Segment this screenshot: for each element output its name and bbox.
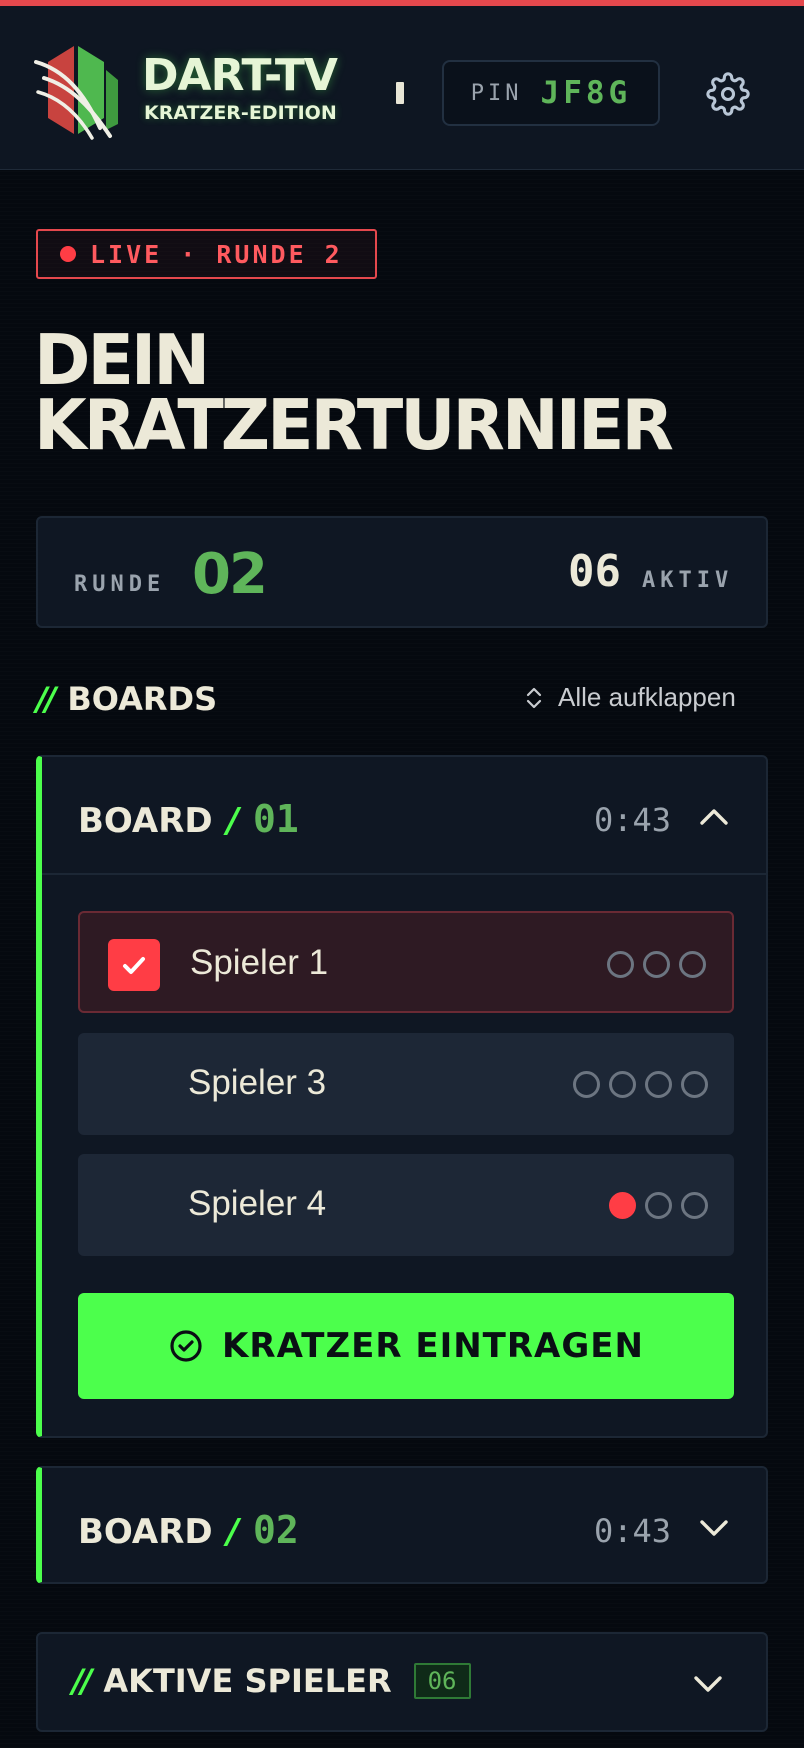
pin-label: PIN (470, 80, 523, 106)
expand-all-button[interactable]: Alle aufklappen (524, 682, 736, 713)
page-title: DEIN KRATZERTURNIER (34, 326, 774, 461)
logo-icon (34, 46, 118, 140)
check-icon (123, 957, 145, 974)
board-word: BOARD (78, 801, 213, 841)
board-slash: / (226, 801, 240, 841)
expand-collapse-icon (526, 687, 542, 708)
board-header-01[interactable]: BOARD / 01 0:43 (42, 757, 766, 875)
section-slashes: // (72, 1662, 92, 1700)
page-title-line2: KRATZERTURNIER (34, 385, 674, 467)
scratch-dot-empty (679, 951, 706, 978)
player-row-spieler-1[interactable]: Spieler 1 (78, 911, 734, 1013)
scratch-dot-filled (609, 1192, 636, 1219)
player-row-spieler-3[interactable]: Spieler 3 (78, 1033, 734, 1135)
chevron-up-icon[interactable] (696, 799, 732, 835)
board-number: 02 (253, 1508, 299, 1552)
scratch-dot-empty (645, 1071, 672, 1098)
expand-all-label: Alle aufklappen (558, 682, 736, 712)
scratch-indicators (609, 1192, 708, 1219)
boards-section-title: BOARDS (67, 680, 218, 718)
board-title: BOARD / 02 (78, 1508, 299, 1552)
header-divider (396, 82, 404, 104)
active-players-panel[interactable]: // AKTIVE SPIELER 06 (36, 1632, 768, 1732)
boards-section-header: // BOARDS (36, 680, 217, 718)
board-header-02[interactable]: BOARD / 02 0:43 (42, 1468, 766, 1586)
chevron-down-icon[interactable] (690, 1666, 726, 1702)
player-row-spieler-4[interactable]: Spieler 4 (78, 1154, 734, 1256)
scratch-dot-empty (573, 1071, 600, 1098)
section-slashes: // (36, 680, 56, 718)
scratch-dot-empty (643, 951, 670, 978)
check-circle-icon (170, 1330, 202, 1362)
player-name: Spieler 4 (188, 1184, 327, 1223)
live-status-text: LIVE · RUNDE 2 (90, 239, 343, 269)
scratch-dot-empty (607, 951, 634, 978)
active-players-title: AKTIVE SPIELER (103, 1662, 392, 1700)
submit-scratch-label: KRATZER EINTRAGEN (222, 1326, 644, 1366)
brand-subtitle: KRATZER-EDITION (144, 102, 337, 124)
board-card-02: BOARD / 02 0:43 (36, 1466, 768, 1584)
round-summary-card: RUNDE 02 06 AKTIV (36, 516, 768, 628)
live-status-badge: LIVE · RUNDE 2 (36, 229, 377, 279)
scratch-dot-empty (681, 1192, 708, 1219)
gear-icon[interactable] (706, 72, 750, 116)
player-name: Spieler 1 (190, 943, 329, 982)
board-timer: 0:43 (594, 1512, 672, 1550)
player-name: Spieler 3 (188, 1063, 327, 1102)
scratch-dot-empty (645, 1192, 672, 1219)
pin-display: PIN JF8G (442, 60, 660, 126)
scratch-dot-empty (681, 1071, 708, 1098)
round-number: 02 (192, 542, 268, 607)
submit-scratch-button[interactable]: KRATZER EINTRAGEN (78, 1293, 734, 1399)
active-label: AKTIV (642, 568, 734, 593)
active-players-count-badge: 06 (413, 1663, 471, 1699)
board-number: 01 (253, 797, 299, 841)
board-word: BOARD (78, 1512, 213, 1552)
board-timer: 0:43 (594, 801, 672, 839)
board-card-01: BOARD / 01 0:43 Spieler 1 Spieler 3 Spie… (36, 755, 768, 1438)
board-slash: / (226, 1512, 240, 1552)
app-header: DART-TV KRATZER-EDITION PIN JF8G (0, 6, 804, 170)
scratch-indicators (607, 951, 706, 978)
scratch-dot-empty (609, 1071, 636, 1098)
active-players-header: // AKTIVE SPIELER 06 (72, 1662, 471, 1700)
board-title: BOARD / 01 (78, 797, 299, 841)
chevron-down-icon[interactable] (696, 1510, 732, 1546)
round-label: RUNDE (74, 572, 166, 597)
pin-code: JF8G (540, 75, 632, 111)
active-count: 06 (568, 546, 621, 597)
live-dot-icon (60, 246, 76, 262)
brand-title: DART-TV (142, 50, 338, 101)
checkbox-checked[interactable] (108, 939, 160, 991)
scratch-indicators (573, 1071, 708, 1098)
